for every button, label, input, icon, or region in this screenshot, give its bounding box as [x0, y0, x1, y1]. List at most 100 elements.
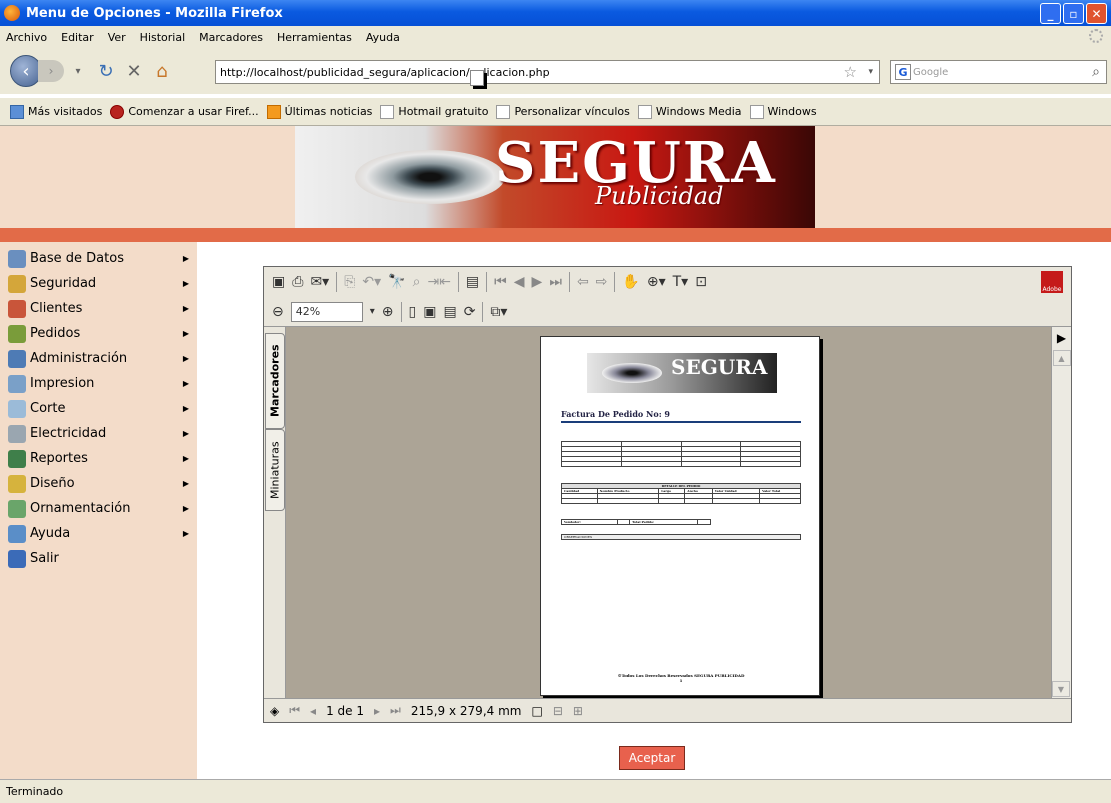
prev-page-small-icon[interactable]: ◂: [310, 704, 316, 718]
bookmark-label: Personalizar vínculos: [514, 105, 630, 118]
zoom-dropdown-icon[interactable]: ▾: [370, 306, 375, 317]
bookmark-windows[interactable]: Windows: [749, 104, 817, 119]
key-icon: [8, 274, 26, 293]
sidebar-item-salir[interactable]: Salir: [0, 546, 197, 571]
single-page-icon[interactable]: □: [531, 704, 542, 718]
minimize-button[interactable]: _: [1040, 3, 1061, 24]
zoom-input[interactable]: 42%: [290, 301, 363, 322]
zoom-in-icon[interactable]: ⊕: [382, 304, 394, 320]
rotate-icon[interactable]: ⟳: [464, 304, 476, 320]
sidebar-item-ornamentación[interactable]: Ornamentación ▶: [0, 496, 197, 521]
sidebar-item-diseño[interactable]: Diseño ▶: [0, 471, 197, 496]
menu-ver[interactable]: Ver: [108, 31, 126, 44]
text-select-icon[interactable]: T▾: [673, 274, 689, 290]
page-layout-icon[interactable]: ⧉▾: [490, 304, 507, 320]
bookmark-personalizar[interactable]: Personalizar vínculos: [496, 104, 630, 119]
menu-historial[interactable]: Historial: [140, 31, 185, 44]
menu-editar[interactable]: Editar: [61, 31, 94, 44]
bookmark-comenzar[interactable]: Comenzar a usar Firef...: [110, 104, 259, 119]
fit-page-icon[interactable]: ▣: [423, 304, 436, 320]
menu-archivo[interactable]: Archivo: [6, 31, 47, 44]
url-dropdown-icon[interactable]: ▾: [868, 67, 873, 77]
accept-button[interactable]: Aceptar: [619, 746, 685, 770]
last-page-icon[interactable]: ⏭: [549, 274, 562, 290]
menu-marcadores[interactable]: Marcadores: [199, 31, 263, 44]
forward-view-icon[interactable]: ⇨: [596, 274, 608, 290]
bookmark-ultimas-noticias[interactable]: Últimas noticias: [266, 104, 372, 119]
scroll-up-icon[interactable]: ▲: [1052, 350, 1071, 366]
scissors-icon: [8, 399, 26, 418]
hand-tool-icon[interactable]: ✋: [622, 274, 639, 290]
facing-icon[interactable]: ⊞: [573, 704, 583, 718]
browser-status-bar: Terminado: [0, 779, 1111, 803]
sidebar-item-label: Administración: [30, 351, 128, 366]
sidebar-item-ayuda[interactable]: Ayuda ▶: [0, 521, 197, 546]
page-indicator[interactable]: 1 de 1: [326, 704, 364, 718]
sidebar-item-administración[interactable]: Administración ▶: [0, 346, 197, 371]
invoice-banner: SEGURA: [587, 353, 777, 393]
tab-miniaturas[interactable]: Miniaturas: [265, 429, 285, 511]
menu-herramientas[interactable]: Herramientas: [277, 31, 352, 44]
sidebar-item-label: Salir: [30, 551, 59, 566]
sidebar-item-electricidad[interactable]: Electricidad ▶: [0, 421, 197, 446]
snapshot-icon[interactable]: ⊡: [695, 274, 707, 290]
zoom-out-icon[interactable]: ⊖: [272, 304, 284, 320]
email-icon[interactable]: ✉▾: [310, 274, 329, 290]
vertical-scrollbar[interactable]: ▶ ▲ ▼: [1051, 327, 1071, 699]
save-icon[interactable]: ▣: [272, 274, 285, 290]
submenu-arrow-icon: ▶: [182, 279, 189, 288]
maximize-button[interactable]: ▫: [1063, 3, 1084, 24]
undo-icon[interactable]: ↶▾: [362, 274, 381, 290]
print-icon[interactable]: ⎙: [292, 274, 303, 290]
next-page-small-icon[interactable]: ▸: [374, 704, 380, 718]
continuous-icon[interactable]: ⊟: [553, 704, 563, 718]
sidebar-item-corte[interactable]: Corte ▶: [0, 396, 197, 421]
sidebar-item-clientes[interactable]: Clientes ▶: [0, 296, 197, 321]
prev-page-icon[interactable]: ◀: [514, 274, 525, 290]
split-view-icon[interactable]: ◈: [270, 704, 279, 718]
find-icon[interactable]: 🔭: [388, 274, 405, 290]
bookmark-label: Hotmail gratuito: [398, 105, 489, 118]
home-icon[interactable]: ⌂: [148, 57, 176, 85]
tab-marcadores[interactable]: Marcadores: [265, 333, 285, 429]
fit-width-icon[interactable]: ▤: [443, 304, 456, 320]
back-view-icon[interactable]: ⇦: [577, 274, 589, 290]
zoom-tool-icon[interactable]: ⊕▾: [647, 274, 666, 290]
pdf-document-area[interactable]: SEGURA Factura De Pedido No: 9 DETALLE D…: [286, 327, 1051, 699]
actual-size-icon[interactable]: ▯: [409, 304, 417, 320]
fit-icon[interactable]: ⇥⇤: [427, 274, 450, 290]
google-icon[interactable]: G: [895, 64, 911, 80]
reload-icon[interactable]: ↻: [92, 57, 120, 85]
bookmark-windows-media[interactable]: Windows Media: [637, 104, 742, 119]
sidebar-item-base-de-datos[interactable]: Base de Datos ▶: [0, 246, 197, 271]
printer-icon: [8, 374, 26, 393]
copy-icon[interactable]: ⎘: [344, 274, 355, 290]
url-bar[interactable]: http://localhost/publicidad_segura/aplic…: [215, 60, 880, 86]
first-page-icon[interactable]: ⏮: [494, 274, 507, 290]
sidebar-item-reportes[interactable]: Reportes ▶: [0, 446, 197, 471]
sidebar-toggle-icon[interactable]: ▤: [466, 274, 479, 290]
submenu-arrow-icon: ▶: [182, 404, 189, 413]
scroll-arrow-right-icon[interactable]: ▶: [1052, 327, 1071, 349]
page-icon: [470, 70, 484, 86]
stop-icon[interactable]: ✕: [120, 57, 148, 85]
first-page-small-icon[interactable]: ⏮: [289, 703, 300, 718]
adobe-logo-icon: Adobe: [1041, 271, 1063, 293]
sidebar-item-pedidos[interactable]: Pedidos ▶: [0, 321, 197, 346]
bookmark-mas-visitados[interactable]: Más visitados: [10, 104, 102, 119]
sidebar-item-seguridad[interactable]: Seguridad ▶: [0, 271, 197, 296]
pencil-icon: [8, 324, 26, 343]
bookmark-hotmail[interactable]: Hotmail gratuito: [380, 104, 489, 119]
bookmark-star-icon[interactable]: ☆: [844, 63, 857, 81]
last-page-small-icon[interactable]: ⏭: [390, 703, 401, 718]
scroll-down-icon[interactable]: ▼: [1052, 681, 1070, 697]
search-document-icon[interactable]: ⌕: [413, 274, 421, 290]
search-icon[interactable]: ⌕: [1092, 64, 1100, 80]
sidebar-item-impresion[interactable]: Impresion ▶: [0, 371, 197, 396]
next-page-icon[interactable]: ▶: [532, 274, 543, 290]
history-dropdown-icon[interactable]: ▾: [64, 57, 92, 85]
menu-ayuda[interactable]: Ayuda: [366, 31, 400, 44]
search-bar[interactable]: G Google ⌕: [890, 60, 1107, 84]
close-button[interactable]: ✕: [1086, 3, 1107, 24]
forward-button[interactable]: ›: [38, 60, 64, 82]
